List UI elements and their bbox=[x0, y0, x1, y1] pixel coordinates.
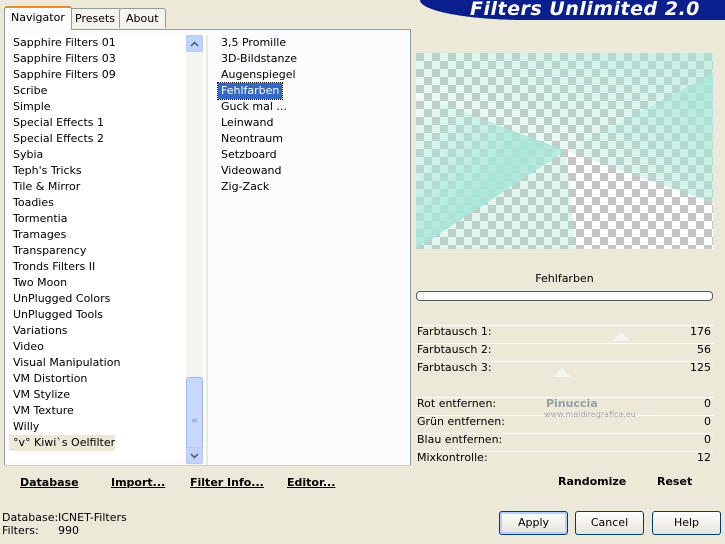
reset-button[interactable]: Reset bbox=[657, 475, 692, 488]
param-value: 0 bbox=[704, 415, 711, 428]
param-label: Farbtausch 2: bbox=[417, 343, 492, 356]
param-label: Blau entfernen: bbox=[417, 433, 503, 446]
database-value: ICNET-Filters bbox=[58, 511, 127, 524]
filter-item[interactable]: Zig-Zack bbox=[218, 179, 272, 195]
selected-filter-title: Fehlfarben bbox=[535, 272, 594, 285]
progress-bar bbox=[416, 291, 713, 301]
filter-item[interactable]: Setzboard bbox=[218, 147, 280, 163]
filter-item[interactable]: 3,5 Promille bbox=[218, 35, 289, 51]
category-item[interactable]: Sapphire Filters 01 bbox=[9, 35, 116, 51]
slider-thumb[interactable] bbox=[612, 332, 630, 341]
filter-item-selected[interactable]: Fehlfarben bbox=[216, 82, 284, 100]
apply-button[interactable]: Apply bbox=[499, 511, 568, 535]
param-value: 12 bbox=[697, 451, 711, 464]
chevron-up-icon bbox=[190, 40, 199, 47]
editor-button[interactable]: Editor... bbox=[287, 476, 335, 489]
filter-item[interactable]: Leinwand bbox=[218, 115, 276, 131]
filters-count-label: Filters: bbox=[2, 524, 39, 537]
title-banner: Filters Unlimited 2.0 bbox=[420, 0, 725, 20]
category-item[interactable]: VM Stylize bbox=[9, 387, 70, 403]
category-item[interactable]: Tramages bbox=[9, 227, 66, 243]
param-value: 56 bbox=[697, 343, 711, 356]
category-item[interactable]: Tormentia bbox=[9, 211, 67, 227]
filters-count-value: 990 bbox=[58, 524, 79, 537]
category-item[interactable]: Tile & Mirror bbox=[9, 179, 80, 195]
navigator-toolbar: Database Import... Filter Info... Editor… bbox=[4, 465, 411, 494]
category-item[interactable]: Two Moon bbox=[9, 275, 67, 291]
tab-about[interactable]: About bbox=[119, 8, 166, 28]
category-item[interactable]: Variations bbox=[9, 323, 68, 339]
category-item[interactable]: Special Effects 2 bbox=[9, 131, 104, 147]
category-item[interactable]: Toadies bbox=[9, 195, 54, 211]
category-item[interactable]: Visual Manipulation bbox=[9, 355, 120, 371]
category-item[interactable]: Simple bbox=[9, 99, 51, 115]
category-item[interactable]: VM Distortion bbox=[9, 371, 87, 387]
param-value: 176 bbox=[690, 325, 711, 338]
param-label: Farbtausch 3: bbox=[417, 361, 492, 374]
category-item[interactable]: UnPlugged Tools bbox=[9, 307, 103, 323]
category-item[interactable]: Video bbox=[9, 339, 44, 355]
help-button[interactable]: Help bbox=[652, 511, 721, 535]
filter-item[interactable]: Guck mal ... bbox=[218, 99, 290, 115]
category-item[interactable]: Special Effects 1 bbox=[9, 115, 104, 131]
randomize-button[interactable]: Randomize bbox=[558, 475, 626, 488]
filter-item[interactable]: 3D-Bildstanze bbox=[218, 51, 300, 67]
database-button[interactable]: Database bbox=[20, 476, 79, 489]
tab-navigator[interactable]: Navigator bbox=[4, 6, 72, 30]
param-value: 0 bbox=[704, 433, 711, 446]
category-list[interactable]: Sapphire Filters 01 Sapphire Filters 03 … bbox=[9, 35, 187, 459]
param-label: Rot entfernen: bbox=[417, 397, 497, 410]
watermark-site: www.maidiregrafica.eu bbox=[544, 410, 636, 419]
param-label: Farbtausch 1: bbox=[417, 325, 492, 338]
filter-item[interactable]: Videowand bbox=[218, 163, 285, 179]
category-scrollbar[interactable]: ≡ bbox=[186, 35, 203, 465]
category-item[interactable]: Scribe bbox=[9, 83, 47, 99]
category-item[interactable]: Tronds Filters II bbox=[9, 259, 95, 275]
scroll-up-button[interactable] bbox=[186, 35, 203, 52]
filter-list[interactable]: 3,5 Promille 3D-Bildstanze Augenspiegel … bbox=[214, 35, 404, 465]
category-item[interactable]: VM Texture bbox=[9, 403, 74, 419]
filter-item[interactable]: Neontraum bbox=[218, 131, 286, 147]
database-label: Database: bbox=[2, 511, 59, 524]
param-label: Mixkontrolle: bbox=[417, 451, 488, 464]
cancel-button[interactable]: Cancel bbox=[575, 511, 644, 535]
app-title: Filters Unlimited 2.0 bbox=[470, 0, 700, 20]
list-divider bbox=[206, 35, 208, 465]
chevron-down-icon bbox=[190, 452, 199, 459]
param-value: 0 bbox=[704, 397, 711, 410]
category-item[interactable]: UnPlugged Colors bbox=[9, 291, 110, 307]
watermark-name: Pinuccia bbox=[546, 397, 598, 410]
filter-item[interactable]: Augenspiegel bbox=[218, 67, 299, 83]
slider-thumb[interactable] bbox=[553, 368, 571, 377]
category-item[interactable]: Sapphire Filters 09 bbox=[9, 67, 116, 83]
category-item[interactable]: Teph's Tricks bbox=[9, 163, 82, 179]
filter-preview bbox=[416, 53, 713, 249]
category-item-selected[interactable]: °v° Kiwi`s Oelfilter bbox=[9, 435, 116, 451]
category-item[interactable]: Willy bbox=[9, 419, 39, 435]
category-item[interactable]: Sapphire Filters 03 bbox=[9, 51, 116, 67]
parameter-toolbar: Randomize Reset bbox=[415, 465, 714, 494]
tab-presets[interactable]: Presets bbox=[68, 8, 123, 28]
param-value: 125 bbox=[690, 361, 711, 374]
category-item[interactable]: Transparency bbox=[9, 243, 86, 259]
scroll-down-button[interactable] bbox=[186, 447, 203, 464]
category-item[interactable]: Sybia bbox=[9, 147, 43, 163]
import-button[interactable]: Import... bbox=[111, 476, 165, 489]
filter-info-button[interactable]: Filter Info... bbox=[190, 476, 264, 489]
param-label: Grün entfernen: bbox=[417, 415, 505, 428]
